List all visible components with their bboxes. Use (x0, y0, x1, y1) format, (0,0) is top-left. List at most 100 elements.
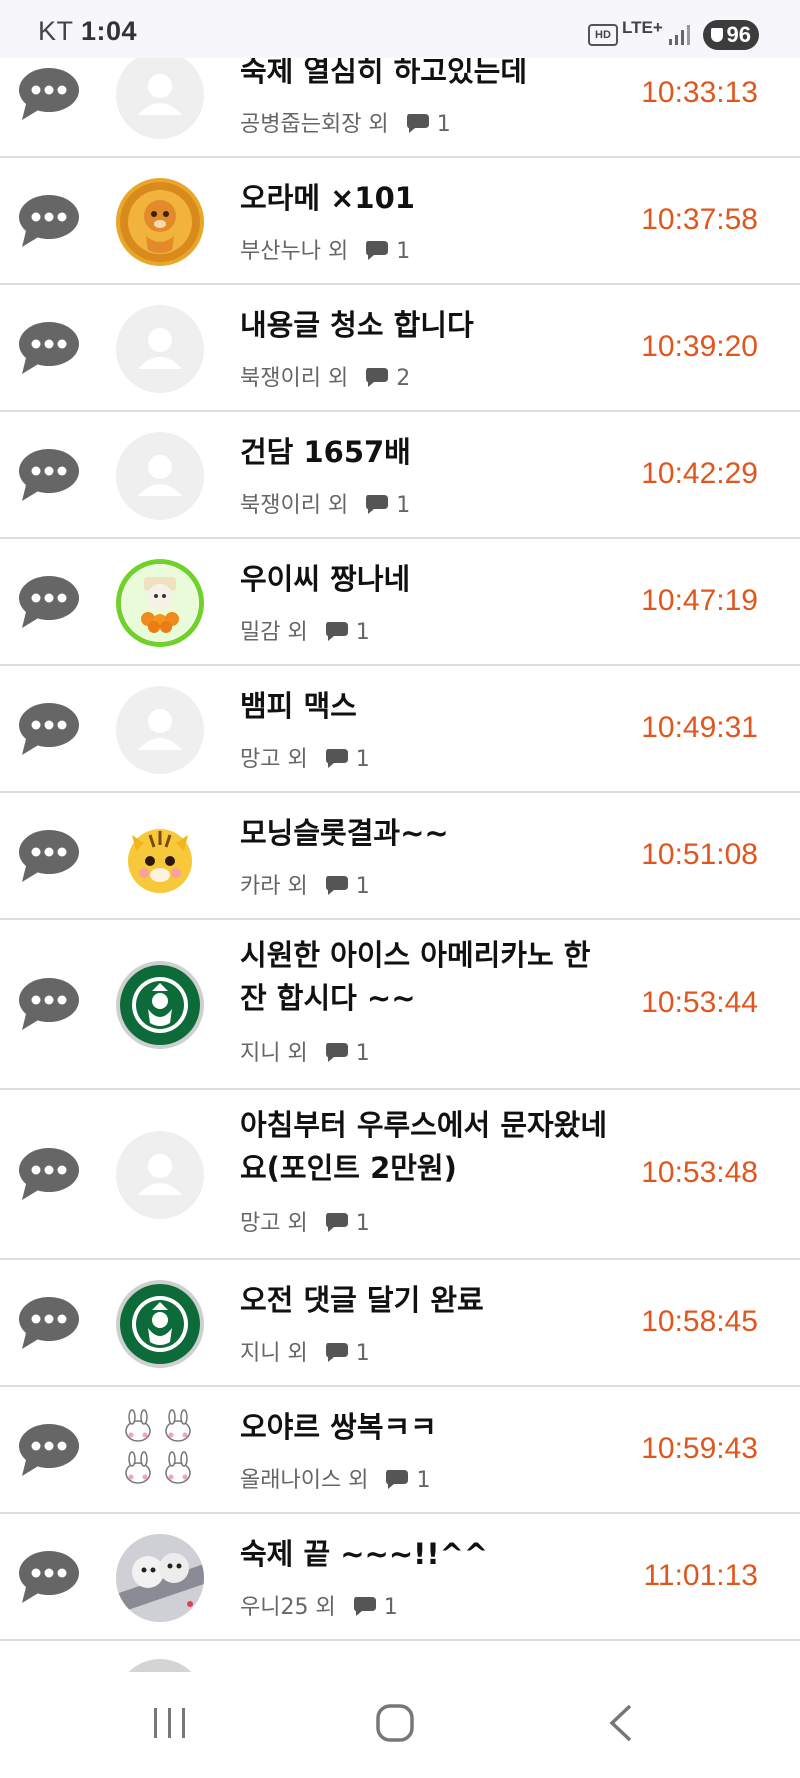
list-item[interactable] (0, 1641, 800, 1672)
post-author: 북쟁이리 외 (240, 366, 349, 391)
post-meta: 지니 외 1 (240, 1335, 370, 1367)
post-time: 10:39:20 (641, 330, 758, 363)
chat-bubble-icon (19, 1424, 79, 1476)
list-item[interactable]: 오전 댓글 달기 완료 지니 외 1 10:58:45 (0, 1260, 800, 1387)
chat-bubble-icon (19, 1148, 79, 1200)
default-avatar (116, 432, 204, 520)
post-time: 10:37:58 (641, 203, 758, 236)
post-title: 오전 댓글 달기 완료 (240, 1283, 484, 1317)
comment-icon (366, 368, 389, 387)
chat-bubble-icon (19, 322, 79, 374)
post-meta: 카라 외 1 (240, 868, 370, 900)
hd-voice-icon: HD (588, 24, 618, 46)
comment-icon (366, 495, 389, 514)
comment-count: 1 (355, 1041, 370, 1066)
post-author: 지니 외 (240, 1041, 308, 1066)
comment-icon (353, 1597, 376, 1616)
comment-count: 1 (383, 1595, 398, 1620)
puppies-avatar (116, 1534, 204, 1622)
post-author: 북쟁이리 외 (240, 493, 349, 518)
post-title: 아침부터 우루스에서 문자왔네요(포인트 2만원) (240, 1108, 608, 1185)
list-item[interactable]: 뱀피 맥스 망고 외 1 10:49:31 (0, 666, 800, 793)
battery-level: 96 (726, 22, 751, 47)
list-item[interactable]: 건담 1657배 북쟁이리 외 1 10:42:29 (0, 412, 800, 539)
list-item[interactable]: 우이씨 짱나네 밀감 외 1 10:47:19 (0, 539, 800, 666)
back-icon[interactable] (604, 1700, 638, 1746)
chat-bubble-icon (19, 830, 79, 882)
post-title: 뱀피 맥스 (240, 689, 357, 723)
comment-icon (325, 622, 348, 641)
comment-icon (366, 241, 389, 260)
chat-bubble-icon (19, 195, 79, 247)
comment-icon (325, 1343, 348, 1362)
post-meta: 망고 외 1 (240, 741, 370, 773)
chat-bubble-icon (19, 1297, 79, 1349)
post-meta: 북쟁이리 외 2 (240, 360, 410, 392)
comment-icon (325, 749, 348, 768)
carrier-label: KT (38, 16, 74, 46)
comment-icon (325, 1213, 348, 1232)
post-title: 모닝슬롯결과~~ (240, 816, 449, 850)
list-item[interactable]: 숙제 끝 ~~~!!^^ 우니25 외 1 11:01:13 (0, 1514, 800, 1641)
comment-count: 1 (355, 747, 370, 772)
partial-avatar (116, 1659, 204, 1672)
chat-bubble-icon (19, 68, 79, 120)
comment-count: 1 (355, 1341, 370, 1366)
post-author: 우니25 외 (240, 1595, 336, 1620)
list-item[interactable]: 아침부터 우루스에서 문자왔네요(포인트 2만원) 망고 외 1 10:53:48 (0, 1090, 800, 1260)
post-title: 오야르 쌍복ㅋㅋ (240, 1410, 437, 1444)
post-time: 10:33:13 (641, 76, 758, 109)
default-avatar (116, 305, 204, 393)
list-item[interactable]: 모닝슬롯결과~~ 카라 외 1 10:51:08 (0, 793, 800, 920)
clock: 1:04 (81, 16, 138, 46)
list-item[interactable]: 내용글 청소 합니다 북쟁이리 외 2 10:39:20 (0, 285, 800, 412)
comment-count: 2 (396, 366, 411, 391)
navigation-bar (0, 1672, 800, 1778)
post-title: 내용글 청소 합니다 (240, 308, 474, 342)
comment-count: 1 (396, 493, 411, 518)
chat-bubble-icon (19, 703, 79, 755)
default-avatar (116, 51, 204, 139)
chat-bubble-icon (19, 978, 79, 1030)
post-meta: 망고 외 1 (240, 1205, 370, 1237)
comment-count: 1 (355, 620, 370, 645)
list-item[interactable]: 오야르 쌍복ㅋㅋ 올래나이스 외 1 10:59:43 (0, 1387, 800, 1514)
list-item[interactable]: 시원한 아이스 아메리카노 한잔 합시다 ~~ 지니 외 1 10:53:44 (0, 920, 800, 1090)
post-title: 건담 1657배 (240, 435, 411, 469)
post-author: 카라 외 (240, 874, 308, 899)
recent-apps-icon[interactable] (152, 1700, 188, 1746)
post-author: 망고 외 (240, 747, 308, 772)
status-carrier-time: KT 1:04 (38, 16, 137, 47)
post-author: 부산누나 외 (240, 239, 349, 264)
post-meta: 올래나이스 외 1 (240, 1462, 430, 1494)
post-list: 숙제 열심히 하고있는데 공병줍는회장 외1 10:33:13 오라메 ×101… (0, 0, 800, 1672)
post-meta: 북쟁이리 외 1 (240, 487, 410, 519)
signal-icon (669, 25, 690, 45)
post-time: 11:01:13 (643, 1559, 758, 1592)
post-time: 10:49:31 (641, 711, 758, 744)
comment-count: 1 (396, 239, 411, 264)
home-icon[interactable] (374, 1700, 420, 1746)
network-type: LTE+ (622, 18, 663, 37)
post-meta: 밀감 외 1 (240, 614, 370, 646)
post-time: 10:53:44 (641, 986, 758, 1019)
post-time: 10:58:45 (641, 1305, 758, 1338)
post-time: 10:51:08 (641, 838, 758, 871)
bunnies-avatar (116, 1407, 204, 1495)
post-author: 공병줍는회장 외 (240, 112, 389, 137)
post-time: 10:59:43 (641, 1432, 758, 1465)
post-meta: 공병줍는회장 외 1 (240, 106, 451, 138)
shield-icon (711, 28, 723, 42)
list-item[interactable]: 오라메 ×101 부산누나 외 1 10:37:58 (0, 158, 800, 285)
post-title: 오라메 ×101 (240, 181, 415, 215)
post-time: 10:47:19 (641, 584, 758, 617)
comment-count: 1 (416, 1468, 431, 1493)
chat-bubble-icon (19, 449, 79, 501)
starbucks-avatar (116, 1280, 204, 1368)
comment-icon (406, 114, 429, 133)
tangerine-avatar (116, 559, 204, 647)
post-author: 망고 외 (240, 1211, 308, 1236)
post-meta: 부산누나 외 1 (240, 233, 410, 265)
post-meta: 우니25 외 1 (240, 1589, 398, 1621)
post-author: 지니 외 (240, 1341, 308, 1366)
